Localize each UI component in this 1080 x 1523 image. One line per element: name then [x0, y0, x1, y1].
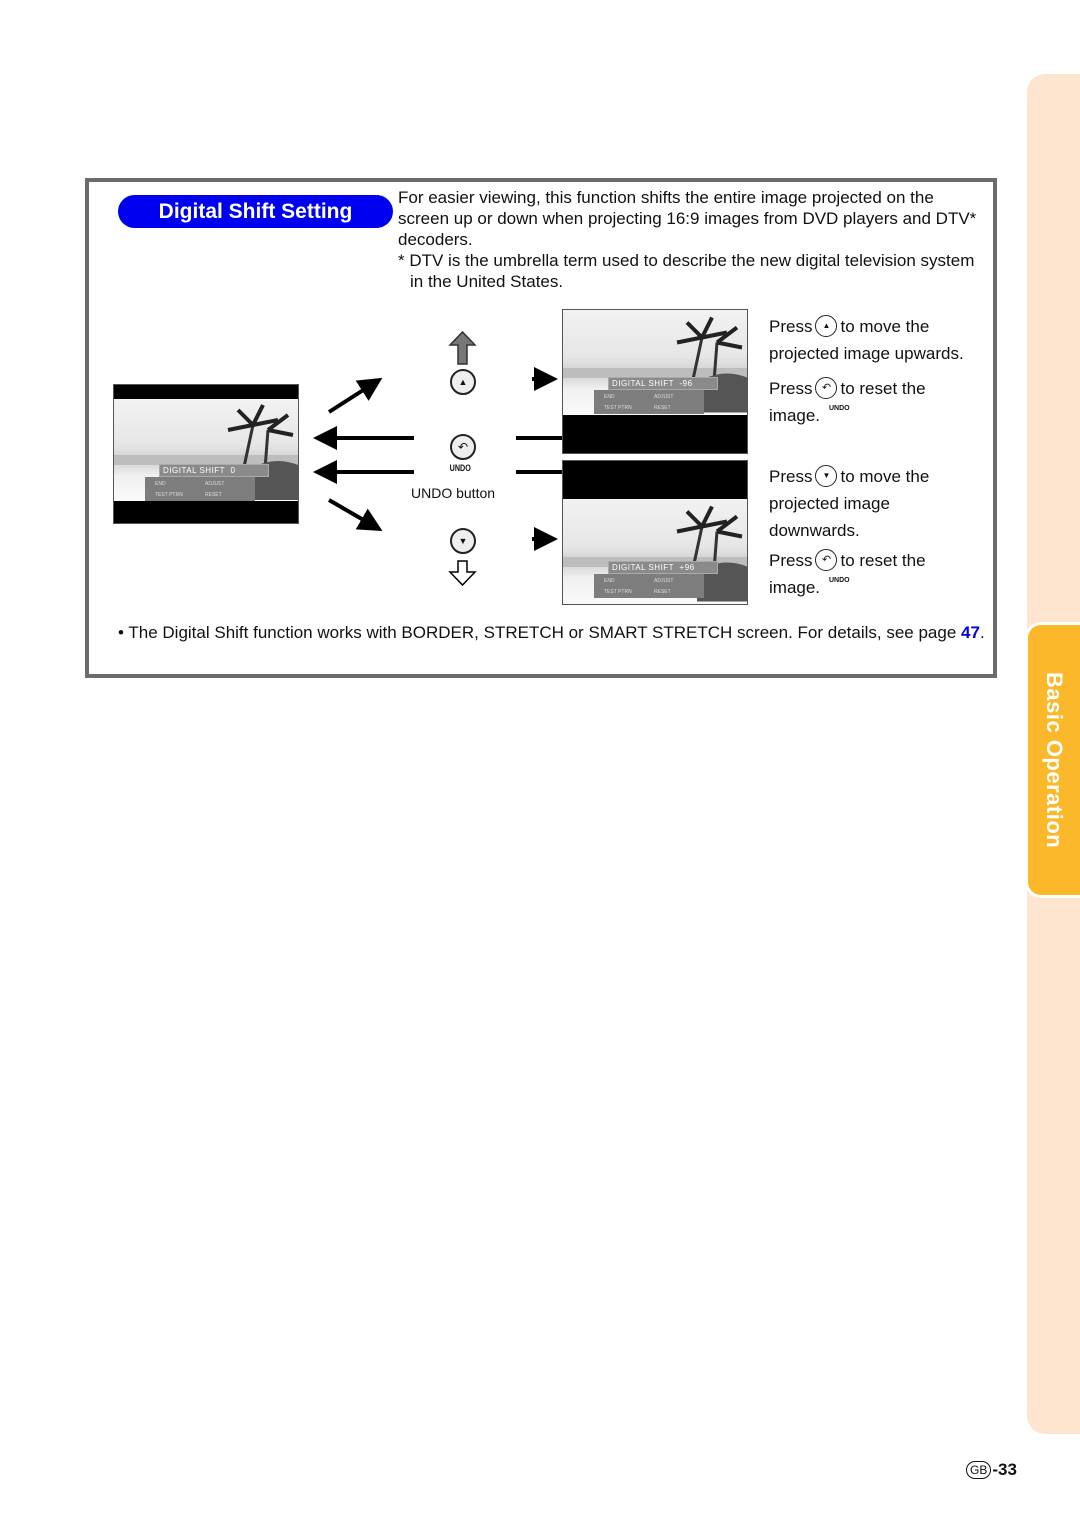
note-end: .	[979, 623, 985, 642]
down-button-icon: ▼	[815, 464, 838, 487]
instruction-text: to move the	[840, 467, 930, 486]
flow-arrows	[313, 330, 562, 587]
instruction-text: downwards.	[769, 521, 860, 540]
instructions-down: Press ▼ to move the projected image downwa…	[769, 463, 994, 601]
arrow-diagonal-down	[327, 498, 383, 532]
instruction-text: to move the	[840, 317, 930, 336]
side-tab-basic-operation[interactable]: Basic Operation	[1025, 622, 1080, 898]
page-number: GB -33	[966, 1460, 1017, 1480]
up-arrow-icon: ▲	[458, 377, 468, 387]
instruction-text: image.	[769, 406, 821, 425]
up-direction-icon	[448, 330, 477, 365]
press-label: Press	[769, 317, 813, 336]
bullet: •	[118, 623, 124, 642]
side-tab-label: Basic Operation	[1042, 671, 1067, 849]
press-label: Press	[769, 467, 813, 486]
undo-icon: ↶	[457, 440, 469, 454]
instruction-text: to reset the	[840, 551, 926, 570]
press-label: Press	[769, 379, 813, 398]
undo-caption: UNDO button	[411, 485, 496, 501]
note-text: The Digital Shift function works with BO…	[128, 623, 962, 642]
region-badge: GB	[966, 1461, 992, 1479]
undo-button[interactable]: ↶	[450, 434, 476, 460]
instructions-up: Press ▲ to move the projected image upward…	[769, 313, 994, 429]
instruction-text: to reset the	[840, 379, 926, 398]
up-button-icon: ▲	[815, 314, 838, 337]
page-number-text: -33	[992, 1460, 1017, 1479]
up-button[interactable]: ▲	[450, 369, 476, 395]
arrow-diagonal-up	[327, 377, 383, 414]
instruction-text: image.	[769, 578, 821, 597]
digital-shift-section: Digital Shift Setting For easier viewing…	[85, 178, 997, 678]
down-arrow-icon: ▼	[458, 536, 468, 546]
press-label: Press	[769, 551, 813, 570]
down-direction-icon	[448, 560, 477, 587]
down-button[interactable]: ▼	[450, 528, 476, 554]
page-link[interactable]: 47	[961, 623, 980, 642]
compatibility-note: • The Digital Shift function works with …	[118, 622, 988, 644]
instruction-text: projected image upwards.	[769, 344, 964, 363]
undo-label: UNDO	[449, 463, 471, 473]
instruction-text: projected image	[769, 494, 890, 513]
